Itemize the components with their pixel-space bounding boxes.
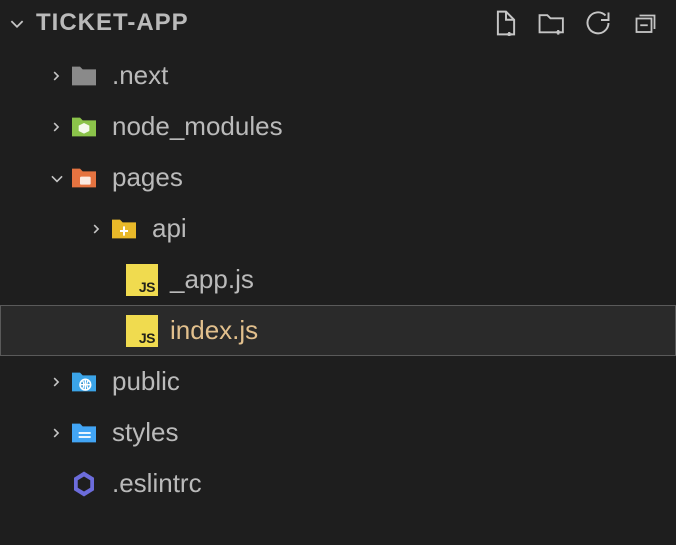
new-file-icon[interactable] bbox=[492, 9, 520, 37]
tree-item-file[interactable]: JS _app.js bbox=[0, 254, 676, 305]
tree-item-file[interactable]: JS index.js bbox=[0, 305, 676, 356]
tree-item-label: index.js bbox=[170, 315, 258, 346]
tree-item-folder[interactable]: node_modules bbox=[0, 101, 676, 152]
folder-pages-icon bbox=[68, 162, 100, 194]
folder-public-icon bbox=[68, 366, 100, 398]
tree-item-label: pages bbox=[112, 162, 183, 193]
tree-item-label: styles bbox=[112, 417, 178, 448]
tree-item-label: .eslintrc bbox=[112, 468, 202, 499]
tree-item-folder[interactable]: pages bbox=[0, 152, 676, 203]
folder-api-icon bbox=[108, 213, 140, 245]
tree-item-folder[interactable]: .next bbox=[0, 50, 676, 101]
project-title: TICKET-APP bbox=[36, 9, 189, 37]
chevron-right-icon[interactable] bbox=[46, 65, 68, 87]
chevron-right-icon[interactable] bbox=[86, 218, 108, 240]
tree-item-label: public bbox=[112, 366, 180, 397]
tree-item-label: api bbox=[152, 213, 187, 244]
explorer-header: TICKET-APP bbox=[0, 0, 676, 46]
new-folder-icon[interactable] bbox=[538, 9, 566, 37]
tree-item-folder[interactable]: styles bbox=[0, 407, 676, 458]
refresh-icon[interactable] bbox=[584, 9, 612, 37]
eslint-icon bbox=[68, 468, 100, 500]
chevron-right-icon[interactable] bbox=[46, 116, 68, 138]
tree-item-label: _app.js bbox=[170, 264, 254, 295]
chevron-down-icon[interactable] bbox=[6, 12, 28, 34]
tree-item-label: node_modules bbox=[112, 111, 283, 142]
folder-icon bbox=[68, 60, 100, 92]
folder-styles-icon bbox=[68, 417, 100, 449]
folder-node-modules-icon bbox=[68, 111, 100, 143]
chevron-right-icon[interactable] bbox=[46, 422, 68, 444]
chevron-right-icon[interactable] bbox=[46, 371, 68, 393]
header-actions bbox=[492, 9, 666, 37]
collapse-all-icon[interactable] bbox=[630, 9, 658, 37]
chevron-down-icon[interactable] bbox=[46, 167, 68, 189]
header-left[interactable]: TICKET-APP bbox=[6, 9, 189, 37]
tree-item-file[interactable]: .eslintrc bbox=[0, 458, 676, 509]
tree-item-folder[interactable]: api bbox=[0, 203, 676, 254]
file-tree: .next node_modules pages bbox=[0, 46, 676, 509]
tree-item-folder[interactable]: public bbox=[0, 356, 676, 407]
tree-item-label: .next bbox=[112, 60, 168, 91]
js-file-icon: JS bbox=[126, 315, 158, 347]
js-file-icon: JS bbox=[126, 264, 158, 296]
